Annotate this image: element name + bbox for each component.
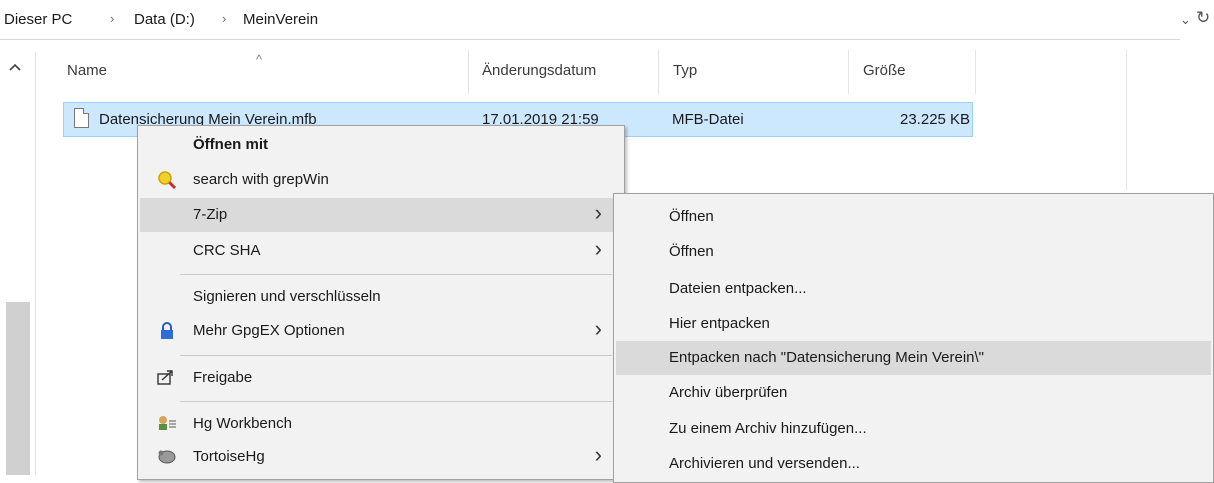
menu-separator: [180, 401, 612, 402]
magnifier-icon: [157, 170, 177, 190]
submenu-item-label: Öffnen: [669, 208, 714, 225]
file-type: MFB-Datei: [672, 111, 744, 128]
navigation-pane: [0, 52, 36, 475]
menu-item-crc-sha[interactable]: CRC SHA ›: [140, 234, 622, 268]
column-divider[interactable]: [848, 50, 849, 94]
menu-item-open-with[interactable]: Öffnen mit: [140, 128, 622, 162]
column-header-name[interactable]: Name: [67, 62, 107, 79]
scroll-up-icon[interactable]: [9, 58, 21, 74]
chevron-right-icon: ›: [594, 200, 602, 225]
submenu-item-label: Öffnen: [669, 243, 714, 260]
submenu-item-add-to-archive[interactable]: Zu einem Archiv hinzufügen...: [616, 412, 1211, 446]
menu-item-label: Hg Workbench: [193, 415, 292, 432]
scrollbar-thumb[interactable]: [6, 302, 30, 475]
file-icon: [74, 108, 89, 128]
column-divider[interactable]: [975, 50, 976, 94]
breadcrumb-separator[interactable]: ›: [222, 11, 226, 26]
column-divider[interactable]: [1126, 50, 1127, 190]
submenu-item-extract-here[interactable]: Hier entpacken: [616, 307, 1211, 341]
address-history-dropdown-icon[interactable]: ⌄: [1180, 12, 1191, 28]
menu-item-label: search with grepWin: [193, 171, 329, 188]
share-icon: [157, 368, 177, 388]
chevron-right-icon: ›: [594, 236, 602, 261]
column-header-date[interactable]: Änderungsdatum: [482, 62, 596, 79]
menu-item-label: CRC SHA: [193, 242, 261, 259]
menu-separator: [180, 355, 612, 356]
submenu-item-label: Entpacken nach "Datensicherung Mein Vere…: [669, 349, 985, 366]
breadcrumb-separator[interactable]: ›: [110, 11, 114, 26]
breadcrumb-folder[interactable]: MeinVerein: [243, 11, 318, 28]
menu-item-grepwin[interactable]: search with grepWin: [140, 163, 622, 197]
breadcrumb-this-pc[interactable]: Dieser PC: [4, 11, 72, 28]
chevron-right-icon: ›: [594, 442, 602, 467]
menu-item-label: Öffnen mit: [193, 136, 268, 153]
menu-item-sign-encrypt[interactable]: Signieren und verschlüsseln: [140, 280, 622, 314]
refresh-icon[interactable]: ↻: [1196, 8, 1210, 28]
menu-item-label: Freigabe: [193, 369, 253, 386]
submenu-item-extract-files[interactable]: Dateien entpacken...: [616, 272, 1211, 306]
submenu-item-label: Archiv überprüfen: [669, 384, 788, 401]
submenu-item-label: Archivieren und versenden...: [669, 455, 860, 472]
submenu-item-label: Hier entpacken: [669, 315, 770, 332]
menu-item-label: 7-Zip: [193, 206, 228, 223]
menu-item-label: TortoiseHg: [193, 448, 265, 465]
submenu-item-open[interactable]: Öffnen: [616, 200, 1211, 234]
submenu-item-test-archive[interactable]: Archiv überprüfen: [616, 376, 1211, 410]
submenu-item-label: Dateien entpacken...: [669, 280, 807, 297]
column-divider[interactable]: [468, 50, 469, 94]
tortoisehg-icon: [157, 447, 177, 467]
menu-item-gpgex-options[interactable]: Mehr GpgEX Optionen ›: [140, 314, 622, 348]
menu-item-label: Mehr GpgEX Optionen: [193, 322, 345, 339]
menu-item-share[interactable]: Freigabe: [140, 361, 622, 395]
chevron-right-icon: ›: [594, 316, 602, 341]
lock-icon: [157, 321, 177, 341]
breadcrumb-drive[interactable]: Data (D:): [134, 11, 195, 28]
submenu-item-extract-to-folder[interactable]: Entpacken nach "Datensicherung Mein Vere…: [616, 341, 1211, 375]
column-header-type[interactable]: Typ: [673, 62, 697, 79]
submenu-7zip: Öffnen Öffnen Dateien entpacken... Hier …: [613, 193, 1214, 483]
sort-ascending-icon: ^: [256, 52, 263, 67]
address-bar[interactable]: Dieser PC › Data (D:) › MeinVerein: [0, 0, 1180, 40]
menu-item-7zip[interactable]: 7-Zip ›: [140, 198, 622, 232]
hg-workbench-icon: [157, 414, 177, 434]
menu-item-label: Signieren und verschlüsseln: [193, 288, 381, 305]
submenu-item-compress-and-send[interactable]: Archivieren und versenden...: [616, 447, 1211, 481]
menu-separator: [180, 274, 612, 275]
submenu-item-label: Zu einem Archiv hinzufügen...: [669, 420, 867, 437]
context-menu: Öffnen mit search with grepWin 7-Zip › C…: [137, 125, 625, 480]
column-header-size[interactable]: Größe: [863, 62, 906, 79]
column-divider[interactable]: [658, 50, 659, 94]
submenu-item-open[interactable]: Öffnen: [616, 235, 1211, 269]
menu-item-hg-workbench[interactable]: Hg Workbench: [140, 407, 622, 441]
menu-item-tortoisehg[interactable]: TortoiseHg ›: [140, 440, 622, 474]
file-size: 23.225 KB: [900, 111, 971, 128]
